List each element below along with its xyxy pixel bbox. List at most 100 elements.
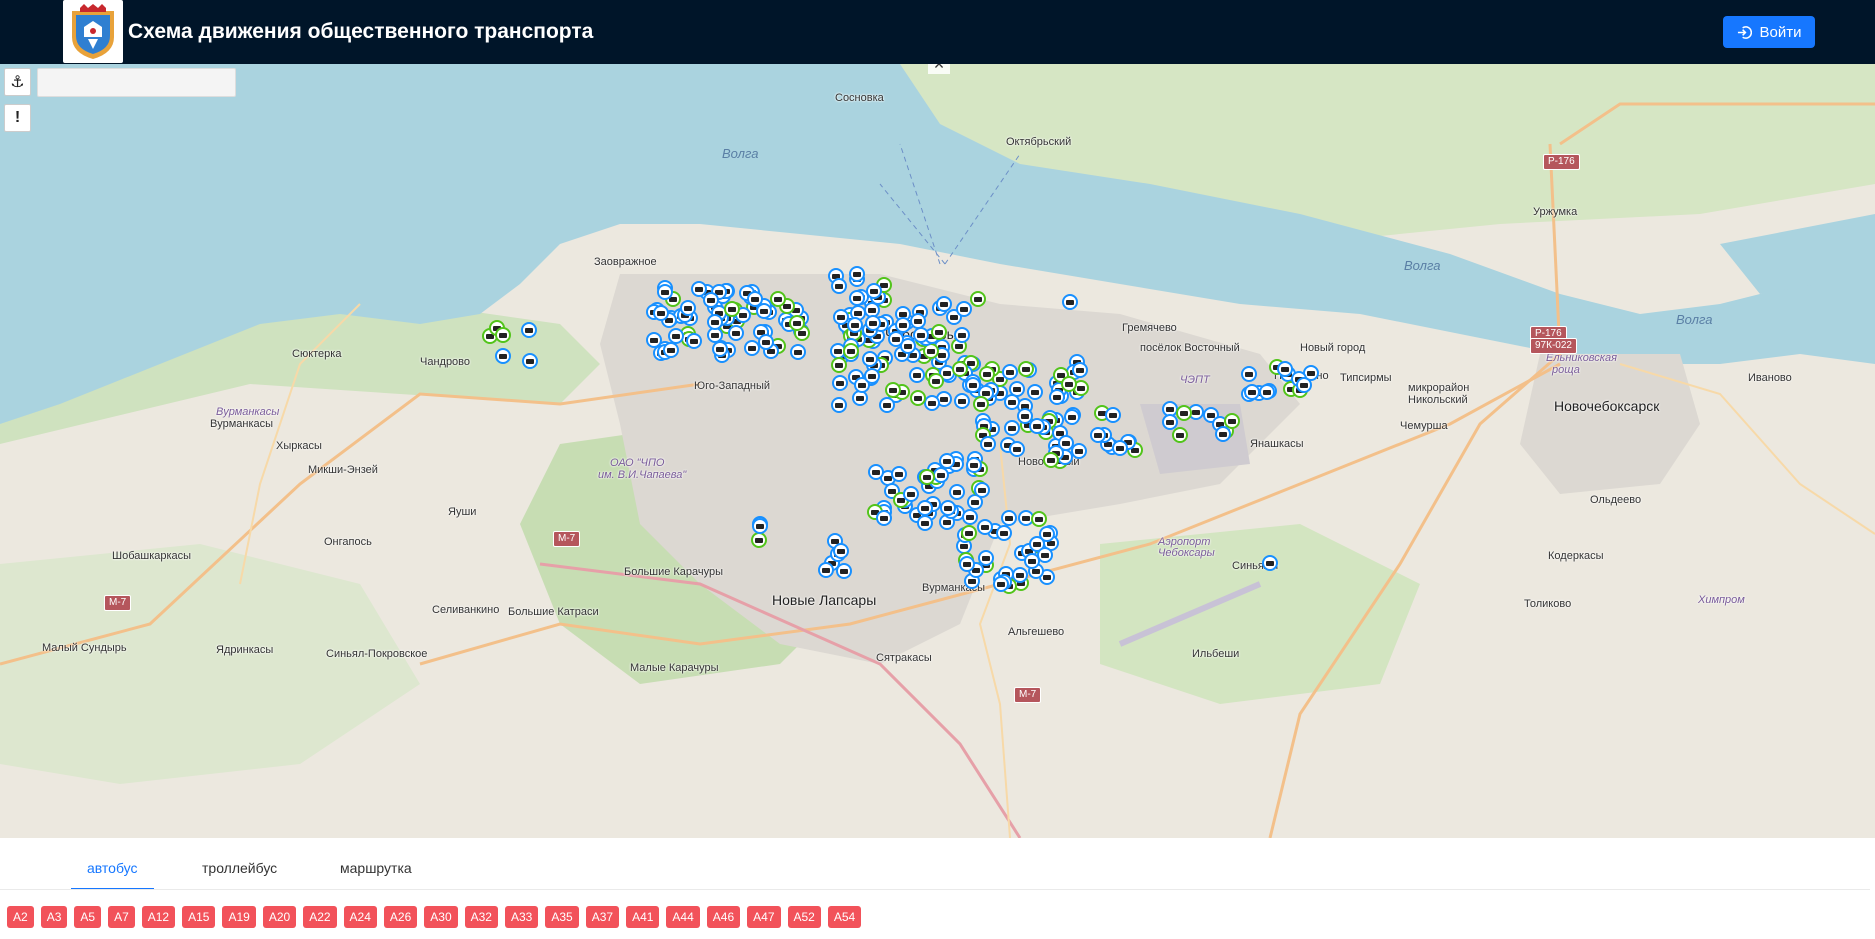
bus-marker-icon[interactable] <box>847 317 863 333</box>
bus-marker-icon[interactable] <box>928 373 944 389</box>
route-badge[interactable]: А33 <box>504 906 539 928</box>
bus-marker-icon[interactable] <box>979 366 995 382</box>
bus-marker-icon[interactable] <box>712 341 728 357</box>
route-badge[interactable]: А32 <box>464 906 498 928</box>
bus-marker-icon[interactable] <box>1105 407 1121 423</box>
bus-marker-icon[interactable] <box>949 484 965 500</box>
login-button[interactable]: Войти <box>1723 16 1815 48</box>
bus-marker-icon[interactable] <box>996 525 1012 541</box>
bus-marker-icon[interactable] <box>961 525 977 541</box>
bus-marker-icon[interactable] <box>966 457 982 473</box>
bus-marker-icon[interactable] <box>790 344 806 360</box>
bus-marker-icon[interactable] <box>522 353 538 369</box>
bus-marker-icon[interactable] <box>724 301 740 317</box>
bus-marker-icon[interactable] <box>521 322 537 338</box>
route-badge[interactable]: А5 <box>74 906 102 928</box>
map-search-input[interactable] <box>37 68 236 97</box>
route-badge[interactable]: А12 <box>141 906 176 928</box>
route-badge[interactable]: А3 <box>40 906 68 928</box>
bus-marker-icon[interactable] <box>1031 511 1047 527</box>
bus-marker-icon[interactable] <box>939 453 955 469</box>
bus-marker-icon[interactable] <box>980 436 996 452</box>
locate-button[interactable]: ⚓ <box>4 68 31 96</box>
bus-marker-icon[interactable] <box>931 324 947 340</box>
bus-marker-icon[interactable] <box>866 283 882 299</box>
bus-marker-icon[interactable] <box>836 563 852 579</box>
bus-marker-icon[interactable] <box>962 509 978 525</box>
bus-marker-icon[interactable] <box>1037 547 1053 563</box>
bus-marker-icon[interactable] <box>818 562 834 578</box>
bus-marker-icon[interactable] <box>1039 526 1055 542</box>
bus-marker-icon[interactable] <box>913 327 929 343</box>
tab-trolleybus[interactable]: троллейбус <box>202 860 277 876</box>
bus-marker-icon[interactable] <box>1029 418 1045 434</box>
route-badge[interactable]: А26 <box>383 906 418 928</box>
route-badge[interactable]: А22 <box>303 906 337 928</box>
bus-marker-icon[interactable] <box>1172 427 1188 443</box>
close-button[interactable]: × <box>928 64 950 74</box>
bus-marker-icon[interactable] <box>770 291 786 307</box>
bus-marker-icon[interactable] <box>495 348 511 364</box>
route-badge[interactable]: А54 <box>827 906 862 928</box>
bus-marker-icon[interactable] <box>993 576 1009 592</box>
bus-marker-icon[interactable] <box>1262 555 1278 571</box>
bus-marker-icon[interactable] <box>1277 361 1293 377</box>
bus-marker-icon[interactable] <box>868 464 884 480</box>
bus-marker-icon[interactable] <box>917 515 933 531</box>
bus-marker-icon[interactable] <box>862 351 878 367</box>
bus-marker-icon[interactable] <box>954 327 970 343</box>
bus-marker-icon[interactable] <box>959 556 975 572</box>
bus-marker-icon[interactable] <box>933 467 949 483</box>
bus-marker-icon[interactable] <box>728 325 744 341</box>
bus-marker-icon[interactable] <box>831 397 847 413</box>
route-badge[interactable]: А20 <box>262 906 297 928</box>
bus-marker-icon[interactable] <box>849 266 865 282</box>
bus-marker-icon[interactable] <box>1062 294 1078 310</box>
bus-marker-icon[interactable] <box>1064 409 1080 425</box>
bus-marker-icon[interactable] <box>919 469 935 485</box>
bus-marker-icon[interactable] <box>1004 420 1020 436</box>
bus-marker-icon[interactable] <box>865 315 881 331</box>
bus-marker-icon[interactable] <box>752 518 768 534</box>
bus-marker-icon[interactable] <box>885 382 901 398</box>
bus-marker-icon[interactable] <box>910 390 926 406</box>
bus-marker-icon[interactable] <box>1215 426 1231 442</box>
bus-marker-icon[interactable] <box>974 482 990 498</box>
bus-marker-icon[interactable] <box>1001 510 1017 526</box>
tab-bus[interactable]: автобус <box>87 860 138 876</box>
bus-marker-icon[interactable] <box>789 315 805 331</box>
route-badge[interactable]: А24 <box>343 906 377 928</box>
bus-marker-icon[interactable] <box>876 510 892 526</box>
bus-marker-icon[interactable] <box>703 292 719 308</box>
bus-marker-icon[interactable] <box>843 343 859 359</box>
bus-marker-icon[interactable] <box>1244 384 1260 400</box>
bus-marker-icon[interactable] <box>1061 376 1077 392</box>
bus-marker-icon[interactable] <box>1049 389 1065 405</box>
bus-marker-icon[interactable] <box>831 278 847 294</box>
bus-marker-icon[interactable] <box>965 377 981 393</box>
info-button[interactable]: ! <box>4 104 31 132</box>
bus-marker-icon[interactable] <box>849 290 865 306</box>
bus-marker-icon[interactable] <box>940 500 956 516</box>
bus-marker-icon[interactable] <box>1090 427 1106 443</box>
bus-marker-icon[interactable] <box>891 466 907 482</box>
bus-marker-icon[interactable] <box>1259 384 1275 400</box>
bus-marker-icon[interactable] <box>1176 405 1192 421</box>
bus-marker-icon[interactable] <box>978 550 994 566</box>
route-badge[interactable]: А30 <box>424 906 458 928</box>
route-badge[interactable]: А2 <box>7 906 34 928</box>
bus-marker-icon[interactable] <box>1043 452 1059 468</box>
bus-marker-icon[interactable] <box>909 367 925 383</box>
bus-marker-icon[interactable] <box>864 368 880 384</box>
tab-minibus[interactable]: маршрутка <box>340 860 412 876</box>
bus-marker-icon[interactable] <box>707 314 723 330</box>
bus-marker-icon[interactable] <box>833 543 849 559</box>
bus-marker-icon[interactable] <box>646 332 662 348</box>
bus-marker-icon[interactable] <box>1002 364 1018 380</box>
bus-marker-icon[interactable] <box>903 486 919 502</box>
bus-marker-icon[interactable] <box>917 500 933 516</box>
bus-marker-icon[interactable] <box>751 532 767 548</box>
bus-marker-icon[interactable] <box>1004 394 1020 410</box>
route-badge[interactable]: А46 <box>706 906 741 928</box>
bus-marker-icon[interactable] <box>758 334 774 350</box>
